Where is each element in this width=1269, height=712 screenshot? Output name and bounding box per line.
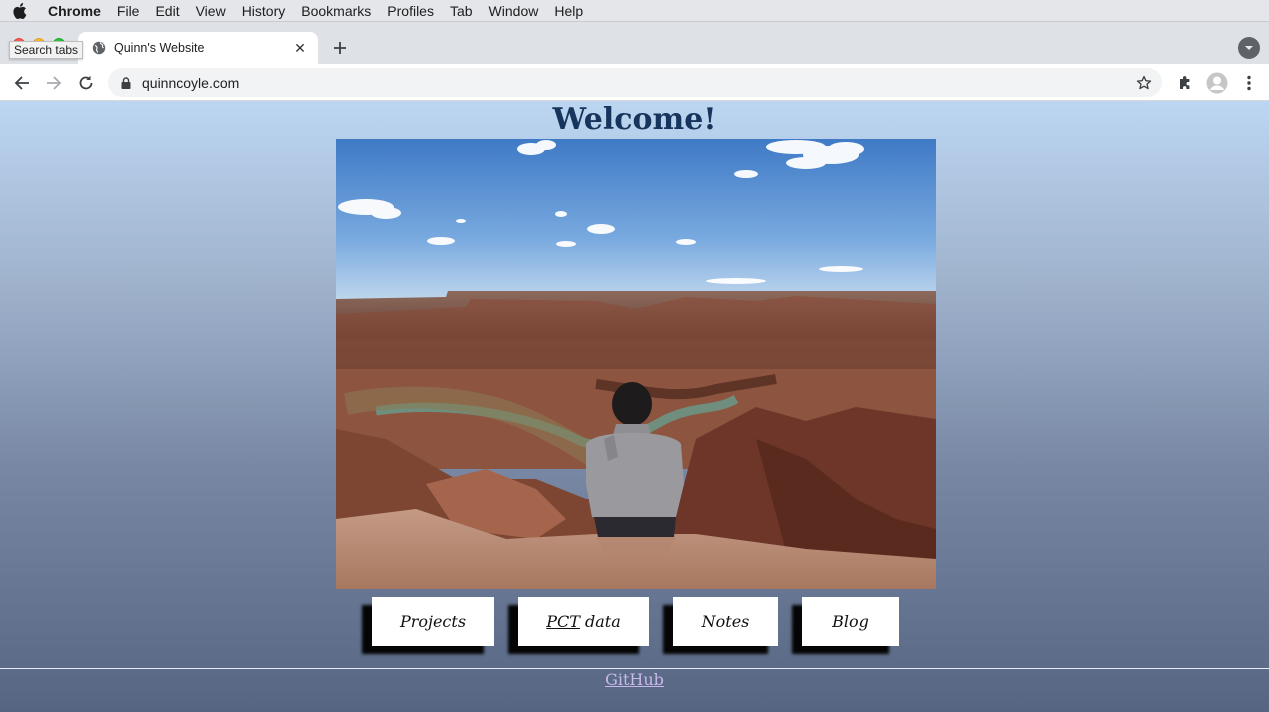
- search-tabs-tooltip: Search tabs: [9, 41, 84, 59]
- menu-dots-icon: [1247, 75, 1251, 91]
- globe-icon: [92, 41, 106, 55]
- star-icon[interactable]: [1134, 73, 1154, 93]
- tab-close-icon[interactable]: ✕: [292, 40, 308, 56]
- profile-icon: [1206, 72, 1228, 94]
- forward-arrow-icon: [47, 76, 62, 90]
- chrome-menu-button[interactable]: [1238, 72, 1260, 94]
- nav-label-pct-rest: data: [579, 612, 621, 631]
- browser-toolbar: quinncoyle.com: [0, 64, 1269, 101]
- web-page: Welcome! Projects PCT data Notes Blog Gi…: [0, 101, 1269, 712]
- menu-edit[interactable]: Edit: [147, 0, 187, 22]
- menu-tab[interactable]: Tab: [442, 0, 481, 22]
- nav-label-blog: Blog: [832, 612, 869, 631]
- extensions-button[interactable]: [1174, 72, 1196, 94]
- github-link[interactable]: GitHub: [0, 670, 1269, 689]
- extensions-icon: [1180, 76, 1190, 89]
- tab-strip: Quinn's Website ✕ Search tabs: [0, 22, 1269, 64]
- menu-bookmarks[interactable]: Bookmarks: [293, 0, 379, 22]
- menu-window[interactable]: Window: [481, 0, 547, 22]
- url-text[interactable]: quinncoyle.com: [142, 75, 1134, 91]
- menu-profiles[interactable]: Profiles: [379, 0, 442, 22]
- browser-tab[interactable]: Quinn's Website ✕: [78, 32, 318, 64]
- site-navigation: Projects PCT data Notes Blog: [0, 597, 1269, 647]
- tab-title: Quinn's Website: [114, 41, 205, 55]
- menu-file[interactable]: File: [109, 0, 148, 22]
- chevron-down-icon: [1245, 46, 1253, 50]
- profile-button[interactable]: [1206, 72, 1228, 94]
- nav-label-notes: Notes: [701, 612, 750, 631]
- footer-divider: [0, 668, 1269, 669]
- menu-app-chrome[interactable]: Chrome: [40, 0, 109, 22]
- back-arrow-icon: [14, 76, 29, 90]
- apple-icon[interactable]: [0, 0, 40, 22]
- nav-button-projects[interactable]: Projects: [372, 597, 494, 646]
- nav-label-pct-underlined: PCT: [546, 612, 580, 631]
- plus-icon: [334, 42, 346, 54]
- back-button[interactable]: [11, 72, 33, 94]
- nav-button-notes[interactable]: Notes: [673, 597, 778, 646]
- address-bar[interactable]: quinncoyle.com: [108, 68, 1162, 97]
- menu-help[interactable]: Help: [546, 0, 591, 22]
- hero-photo: [336, 139, 936, 589]
- page-title: Welcome!: [552, 102, 717, 137]
- nav-label-projects: Projects: [399, 612, 467, 631]
- macos-menu-bar: Chrome File Edit View History Bookmarks …: [0, 0, 1269, 22]
- reload-icon: [79, 75, 93, 90]
- menu-history[interactable]: History: [234, 0, 294, 22]
- tab-search-button[interactable]: [1238, 37, 1260, 59]
- nav-button-pct-data[interactable]: PCT data: [518, 597, 649, 646]
- forward-button[interactable]: [43, 72, 65, 94]
- lock-icon[interactable]: [120, 76, 132, 90]
- new-tab-button[interactable]: [330, 38, 350, 58]
- menu-view[interactable]: View: [188, 0, 234, 22]
- reload-button[interactable]: [75, 72, 97, 94]
- github-link-text[interactable]: GitHub: [605, 670, 664, 689]
- nav-button-blog[interactable]: Blog: [802, 597, 899, 646]
